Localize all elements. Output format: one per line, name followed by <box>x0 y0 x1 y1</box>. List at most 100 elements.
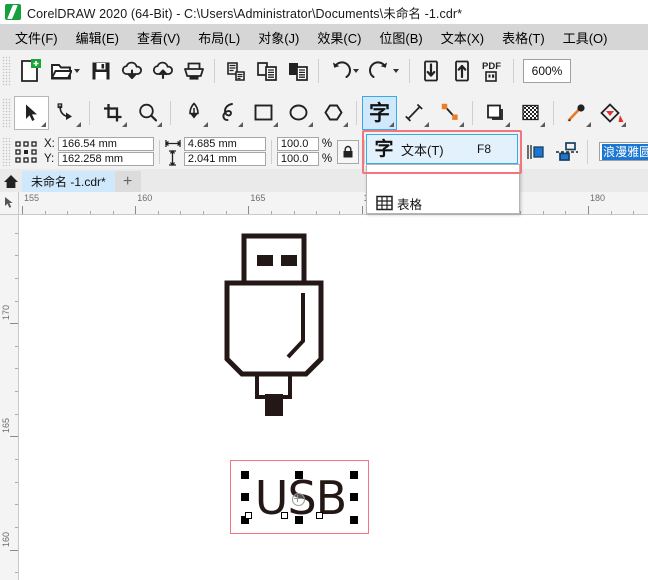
tool-flyout-corner[interactable] <box>203 122 208 127</box>
tool-flyout-corner[interactable] <box>505 122 510 127</box>
transparency-tool[interactable] <box>513 96 548 130</box>
menu-layout[interactable]: 布局(L) <box>189 25 249 50</box>
selection-handle-nw[interactable] <box>241 471 249 479</box>
lock-ratio-button[interactable] <box>337 139 360 164</box>
tool-flyout-corner[interactable] <box>308 122 313 127</box>
width-input[interactable]: 4.685 mm <box>183 136 266 151</box>
menu-text[interactable]: 文本(X) <box>432 25 493 50</box>
text-node-handle-1[interactable] <box>245 512 252 519</box>
text-node-handle-3[interactable] <box>316 512 323 519</box>
undo-dropdown-caret[interactable] <box>353 69 359 73</box>
publish-pdf-button[interactable]: PDF <box>477 55 508 87</box>
selection-handle-n[interactable] <box>295 471 303 479</box>
tool-flyout-corner[interactable] <box>122 122 127 127</box>
menu-effects[interactable]: 效果(C) <box>308 25 370 50</box>
cloud-upload-button[interactable] <box>147 55 178 87</box>
cut-button[interactable] <box>220 55 251 87</box>
text-node-handle-2[interactable] <box>281 512 288 519</box>
import-button[interactable] <box>415 55 446 87</box>
freehand-pen-tool[interactable] <box>176 96 211 130</box>
selection-handle-ne[interactable] <box>350 471 358 479</box>
text-tool[interactable]: 字 <box>362 96 397 130</box>
flyout-item-table[interactable]: 表格 <box>367 191 519 215</box>
rotation-center-marker[interactable] <box>292 493 305 506</box>
mirror-button[interactable] <box>520 136 551 168</box>
redo-button[interactable] <box>364 55 404 87</box>
tool-flyout-corner[interactable] <box>76 122 81 127</box>
cloud-download-button[interactable] <box>116 55 147 87</box>
menu-view[interactable]: 查看(V) <box>128 25 189 50</box>
scale-fields: 100.0 % 100.0 % <box>276 136 333 167</box>
tool-flyout-corner[interactable] <box>540 122 545 127</box>
window-title: CorelDRAW 2020 (64-Bit) - C:\Users\Admin… <box>27 6 463 21</box>
y-position-input[interactable]: 162.258 mm <box>57 151 154 166</box>
toolbar-grip[interactable] <box>2 56 11 86</box>
polygon-tool[interactable] <box>316 96 351 130</box>
vertical-ruler[interactable]: 175170165160 <box>0 192 19 580</box>
scale-width-input[interactable]: 100.0 <box>276 136 319 151</box>
selection-handle-s[interactable] <box>295 516 303 524</box>
shape-tool[interactable] <box>49 96 84 130</box>
copy-button[interactable] <box>251 55 282 87</box>
selection-handle-e[interactable] <box>350 493 358 501</box>
menu-bitmap[interactable]: 位图(B) <box>370 25 431 50</box>
ellipse-tool[interactable] <box>281 96 316 130</box>
menu-file[interactable]: 文件(F) <box>6 25 67 50</box>
usb-connector-drawing[interactable] <box>209 231 339 434</box>
rectangle-tool[interactable] <box>246 96 281 130</box>
tool-flyout-corner[interactable] <box>459 122 464 127</box>
redo-dropdown-caret[interactable] <box>393 69 399 73</box>
selection-handle-w[interactable] <box>241 493 249 501</box>
tool-flyout-corner[interactable] <box>389 122 394 127</box>
font-name-input[interactable]: 浪漫雅圆 <box>599 142 648 161</box>
toolbox-separator-2 <box>170 101 171 125</box>
tool-flyout-corner[interactable] <box>238 122 243 127</box>
tool-flyout-corner[interactable] <box>41 122 46 127</box>
x-position-input[interactable]: 166.54 mm <box>57 136 154 151</box>
align-distribute-button[interactable] <box>551 136 582 168</box>
menu-tools[interactable]: 工具(O) <box>554 25 617 50</box>
horizontal-ruler[interactable]: 155160165170175180 <box>0 192 648 215</box>
toolbar-separator-4 <box>513 59 514 83</box>
tool-flyout-corner[interactable] <box>586 122 591 127</box>
save-button[interactable] <box>85 55 116 87</box>
dimension-tool[interactable] <box>397 96 432 130</box>
drawing-canvas[interactable]: USB <box>19 215 648 580</box>
paste-button[interactable] <box>282 55 313 87</box>
print-button[interactable] <box>178 55 209 87</box>
tool-flyout-corner[interactable] <box>424 122 429 127</box>
scale-height-input[interactable]: 100.0 <box>276 151 319 166</box>
menu-edit[interactable]: 编辑(E) <box>67 25 128 50</box>
zoom-level-input[interactable]: 600% <box>523 59 571 83</box>
export-button[interactable] <box>446 55 477 87</box>
toolbox-grip[interactable] <box>2 98 11 128</box>
document-tab[interactable]: 未命名 -1.cdr* <box>22 171 115 192</box>
propbar-grip[interactable] <box>2 136 11 167</box>
scale-height-percent: % <box>321 153 333 165</box>
height-input[interactable]: 2.041 mm <box>183 151 266 166</box>
menu-object[interactable]: 对象(J) <box>249 25 308 50</box>
color-eyedropper-tool[interactable] <box>559 96 594 130</box>
interactive-fill-tool[interactable] <box>594 96 629 130</box>
undo-button[interactable] <box>324 55 364 87</box>
selection-handle-se[interactable] <box>350 516 358 524</box>
pick-tool[interactable] <box>14 96 49 130</box>
connector-tool[interactable] <box>432 96 467 130</box>
menu-table[interactable]: 表格(T) <box>493 25 554 50</box>
object-origin-icon[interactable] <box>14 140 38 164</box>
drop-shadow-tool[interactable] <box>478 96 513 130</box>
open-document-button[interactable] <box>45 55 85 87</box>
flyout-item-text[interactable]: 字 文本(T) F8 <box>366 134 518 164</box>
tool-flyout-corner[interactable] <box>343 122 348 127</box>
open-dropdown-caret[interactable] <box>73 69 80 73</box>
home-button[interactable] <box>0 171 22 192</box>
artistic-media-tool[interactable] <box>211 96 246 130</box>
add-tab-button[interactable]: + <box>114 171 141 192</box>
tool-flyout-corner[interactable] <box>157 122 162 127</box>
new-document-button[interactable] <box>14 55 45 87</box>
crop-tool[interactable] <box>95 96 130 130</box>
tool-flyout-corner[interactable] <box>621 122 626 127</box>
tool-flyout-corner[interactable] <box>273 122 278 127</box>
zoom-tool[interactable] <box>130 96 165 130</box>
ruler-unit-corner[interactable] <box>0 192 19 215</box>
